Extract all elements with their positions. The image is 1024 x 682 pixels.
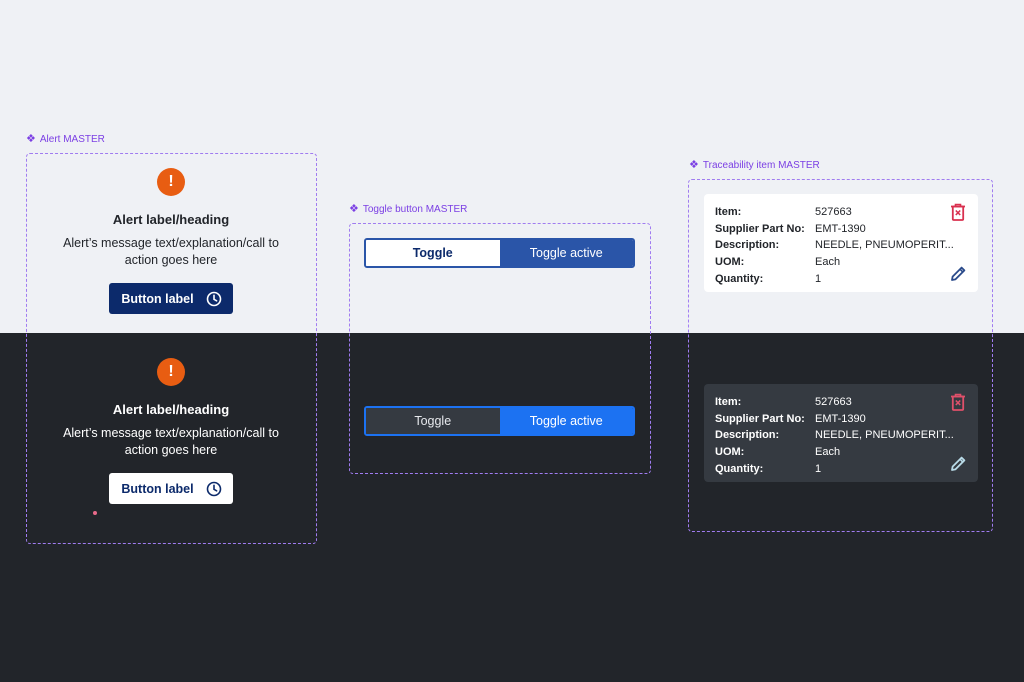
decorative-dot (93, 511, 97, 515)
field-value: NEEDLE, PNEUMOPERIT... (815, 429, 954, 442)
trace-row-uom: UOM: Each (715, 254, 967, 271)
alert-button[interactable]: Button label (109, 473, 233, 504)
trace-item-card-light: Item: 527663 Supplier Part No: EMT-1390 De… (704, 194, 978, 292)
field-value: EMT-1390 (815, 222, 866, 235)
field-label: UOM: (715, 446, 745, 459)
clock-icon (206, 291, 222, 307)
field-label: Supplier Part No: (715, 412, 805, 425)
toggle-option-active[interactable]: Toggle active (499, 408, 633, 434)
field-value: Each (815, 256, 841, 269)
alert-dark: ! Alert label/heading Alert’s message te… (26, 358, 316, 504)
pencil-icon[interactable] (950, 265, 967, 285)
trace-row-supplier: Supplier Part No: EMT-1390 (715, 221, 967, 238)
alert-heading: Alert label/heading (112, 402, 230, 417)
field-value: 527663 (815, 396, 852, 409)
alert-master-label: ❖ Alert MASTER (26, 133, 105, 146)
trace-row-uom: UOM: Each (715, 444, 967, 461)
toggle-light: Toggle Toggle active (364, 238, 635, 268)
trace-master-label: ❖ Traceability item MASTER (689, 159, 820, 172)
toggle-master-label: ❖ Toggle button MASTER (349, 203, 468, 216)
alert-light: ! Alert label/heading Alert’s message te… (26, 168, 316, 314)
field-value: EMT-1390 (815, 412, 866, 425)
trace-row-supplier: Supplier Part No: EMT-1390 (715, 411, 967, 428)
trace-item-card-dark: Item: 527663 Supplier Part No: EMT-1390 De… (704, 384, 978, 482)
field-label: Item: (715, 396, 742, 409)
trash-icon[interactable] (950, 203, 966, 224)
trace-row-quantity: Quantity: 1 (715, 270, 967, 287)
component-diamond-icon: ❖ (26, 133, 36, 145)
field-value: NEEDLE, PNEUMOPERIT... (815, 239, 954, 252)
field-label: UOM: (715, 256, 745, 269)
field-label: Supplier Part No: (715, 222, 805, 235)
clock-icon (206, 481, 222, 497)
alert-heading: Alert label/heading (112, 212, 230, 227)
field-label: Quantity: (715, 272, 764, 285)
component-diamond-icon: ❖ (689, 159, 699, 171)
field-value: 527663 (815, 206, 852, 219)
toggle-master-label-text: Toggle button MASTER (362, 204, 468, 215)
field-value: 1 (815, 462, 822, 475)
field-value: 1 (815, 272, 822, 285)
alert-button-label: Button label (121, 291, 194, 306)
field-label: Description: (715, 429, 780, 442)
field-label: Description: (715, 239, 780, 252)
field-label: Quantity: (715, 462, 764, 475)
exclamation-icon: ! (157, 168, 185, 196)
trace-row-quantity: Quantity: 1 (715, 460, 967, 477)
toggle-option[interactable]: Toggle (366, 408, 500, 434)
field-label: Item: (715, 206, 742, 219)
alert-master-label-text: Alert MASTER (39, 134, 105, 145)
trace-master-label-text: Traceability item MASTER (702, 160, 820, 171)
exclamation-icon: ! (157, 358, 185, 386)
toggle-option-active[interactable]: Toggle active (499, 240, 633, 266)
alert-button[interactable]: Button label (109, 283, 233, 314)
trash-icon[interactable] (950, 393, 966, 414)
toggle-dark: Toggle Toggle active (364, 406, 635, 436)
alert-button-label: Button label (121, 481, 194, 496)
field-value: Each (815, 446, 841, 459)
alert-message: Alert’s message text/explanation/call to… (63, 236, 279, 267)
pencil-icon[interactable] (950, 455, 967, 475)
trace-row-description: Description: NEEDLE, PNEUMOPERIT... (715, 237, 967, 254)
trace-row-item: Item: 527663 (715, 204, 967, 221)
trace-row-description: Description: NEEDLE, PNEUMOPERIT... (715, 427, 967, 444)
toggle-option[interactable]: Toggle (366, 240, 500, 266)
trace-row-item: Item: 527663 (715, 394, 967, 411)
component-diamond-icon: ❖ (349, 203, 359, 215)
alert-message: Alert’s message text/explanation/call to… (63, 426, 279, 457)
